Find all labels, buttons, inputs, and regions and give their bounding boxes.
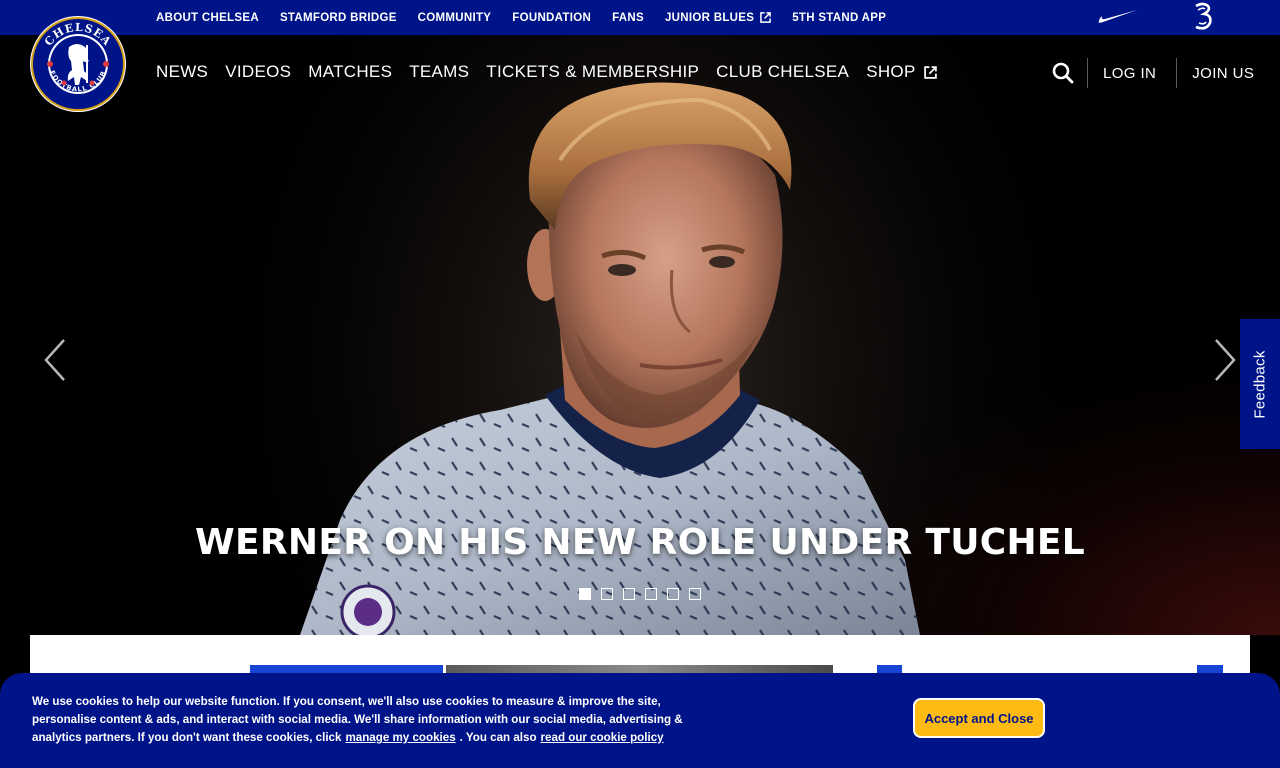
external-link-icon xyxy=(760,12,772,23)
carousel-dot-4[interactable] xyxy=(645,588,657,600)
carousel-dot-1[interactable] xyxy=(579,588,591,600)
cookie-policy-link[interactable]: read our cookie policy xyxy=(541,731,664,744)
top-link-5th-stand-app[interactable]: 5TH STAND APP xyxy=(792,12,886,24)
top-link-label: JUNIOR BLUES xyxy=(664,11,755,24)
nav-item-label: CLUB CHELSEA xyxy=(716,62,850,81)
top-link-label: FANS xyxy=(612,11,644,24)
feedback-tab[interactable]: Feedback xyxy=(1240,319,1280,449)
nav-item-label: TICKETS & MEMBERSHIP xyxy=(486,62,700,81)
nav-divider xyxy=(1087,58,1088,88)
top-link-label: 5TH STAND APP xyxy=(792,11,887,24)
cookie-message: We use cookies to help our website funct… xyxy=(32,693,722,747)
carousel-dot-5[interactable] xyxy=(667,588,679,600)
nav-item-tickets-membership[interactable]: TICKETS & MEMBERSHIP xyxy=(486,62,699,82)
feedback-label: Feedback xyxy=(1251,349,1269,419)
nav-item-shop[interactable]: SHOP xyxy=(866,62,937,82)
top-link-label: COMMUNITY xyxy=(417,11,492,24)
nav-item-matches[interactable]: MATCHES xyxy=(308,62,392,82)
page: WERNER ON HIS NEW ROLE UNDER TUCHEL ABOU… xyxy=(0,0,1280,768)
top-link-about-chelsea[interactable]: ABOUT CHELSEA xyxy=(156,12,259,24)
chevron-right-icon xyxy=(1215,339,1236,381)
search-button[interactable] xyxy=(1050,60,1076,86)
carousel-dot-6[interactable] xyxy=(689,588,701,600)
nav-item-label: TEAMS xyxy=(409,62,470,81)
login-link[interactable]: LOG IN xyxy=(1103,65,1156,82)
chevron-left-icon xyxy=(44,339,65,381)
cookie-banner: We use cookies to help our website funct… xyxy=(0,673,1280,768)
external-link-icon xyxy=(923,65,937,79)
top-link-fans[interactable]: FANS xyxy=(612,12,644,24)
account-nav: LOG IN JOIN US xyxy=(1050,58,1254,88)
chelsea-crest-logo[interactable]: CHELSEA FOOTBALL CLUB xyxy=(29,15,127,113)
nav-item-teams[interactable]: TEAMS xyxy=(409,62,469,82)
top-link-stamford-bridge[interactable]: STAMFORD BRIDGE xyxy=(280,12,397,24)
secondary-nav-links: ABOUT CHELSEA STAMFORD BRIDGE COMMUNITY FOU… xyxy=(156,0,907,35)
accept-and-close-button[interactable]: Accept and Close xyxy=(913,698,1045,738)
nav-item-videos[interactable]: VIDEOS xyxy=(225,62,291,82)
secondary-nav-bar: ABOUT CHELSEA STAMFORD BRIDGE COMMUNITY FOU… xyxy=(0,0,1280,35)
carousel-prev-button[interactable] xyxy=(40,336,70,384)
nav-item-news[interactable]: NEWS xyxy=(156,62,208,82)
top-link-label: STAMFORD BRIDGE xyxy=(279,11,397,24)
search-icon xyxy=(1052,62,1074,84)
join-us-link[interactable]: JOIN US xyxy=(1192,65,1254,82)
nav-item-club-chelsea[interactable]: CLUB CHELSEA xyxy=(716,62,849,82)
top-link-community[interactable]: COMMUNITY xyxy=(418,12,492,24)
nav-item-label: VIDEOS xyxy=(225,62,292,81)
carousel-indicators xyxy=(579,588,701,600)
hero-carousel[interactable]: WERNER ON HIS NEW ROLE UNDER TUCHEL xyxy=(0,0,1280,635)
main-nav: NEWS VIDEOS MATCHES TEAMS TICKETS & MEMBERSH… xyxy=(156,58,954,86)
nav-item-label: SHOP xyxy=(866,62,916,81)
cookie-text-part-2: . You can also xyxy=(459,731,537,744)
three-logo-icon[interactable] xyxy=(1190,2,1216,32)
carousel-dot-2[interactable] xyxy=(601,588,613,600)
top-link-label: ABOUT CHELSEA xyxy=(156,11,259,24)
nav-item-label: MATCHES xyxy=(308,62,393,81)
nav-item-label: NEWS xyxy=(156,62,209,81)
nav-divider xyxy=(1176,58,1178,88)
hero-headline[interactable]: WERNER ON HIS NEW ROLE UNDER TUCHEL xyxy=(0,522,1280,563)
top-link-junior-blues[interactable]: JUNIOR BLUES xyxy=(664,11,772,24)
carousel-next-button[interactable] xyxy=(1210,336,1240,384)
top-link-label: FOUNDATION xyxy=(512,11,592,24)
top-link-foundation[interactable]: FOUNDATION xyxy=(512,12,591,24)
nike-logo-icon[interactable] xyxy=(1097,8,1137,24)
manage-cookies-link[interactable]: manage my cookies xyxy=(345,731,455,744)
carousel-dot-3[interactable] xyxy=(623,588,635,600)
